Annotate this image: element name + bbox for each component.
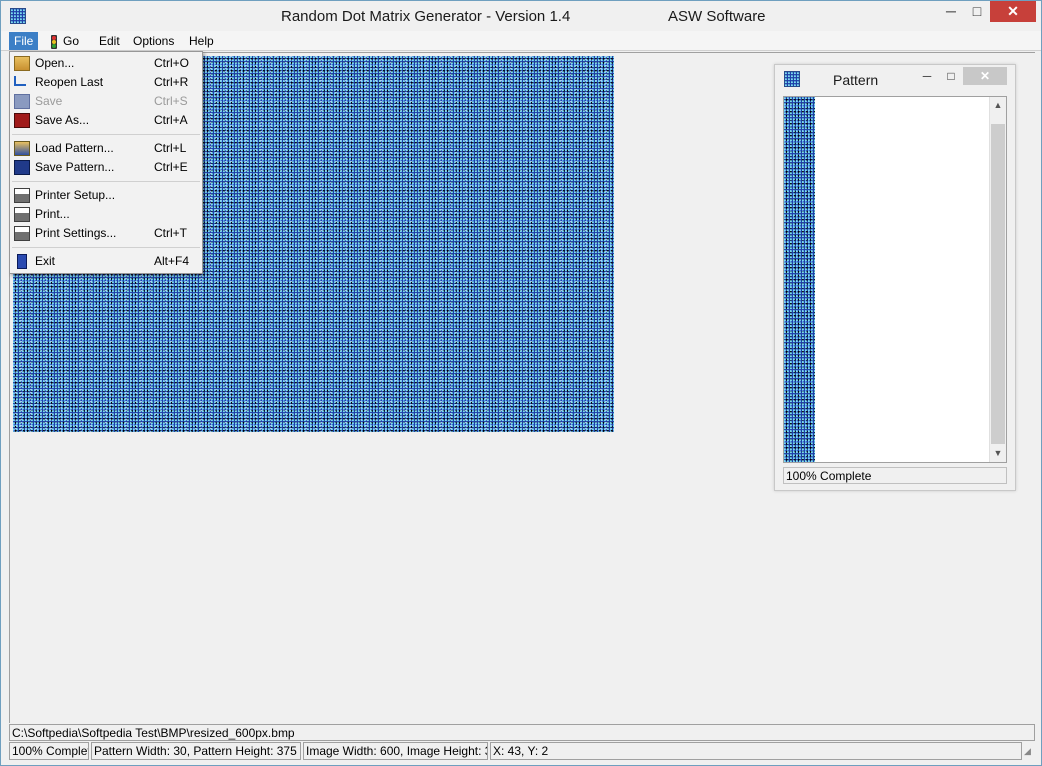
menu-item-print-settings[interactable]: Print Settings... Ctrl+T: [12, 224, 200, 243]
menu-item-label: Print...: [35, 207, 70, 221]
floppy-disk-red-icon: [14, 113, 30, 128]
minimize-button[interactable]: ─: [938, 1, 964, 22]
menu-file[interactable]: File: [9, 32, 39, 50]
menu-item-shortcut: Ctrl+A: [154, 113, 188, 127]
menu-bar: File Go Edit Options Help: [1, 31, 1041, 51]
scroll-down-arrow-icon[interactable]: ▼: [990, 445, 1006, 462]
file-path-bar: C:\Softpedia\Softpedia Test\BMP\resized_…: [9, 724, 1035, 741]
menu-item-exit[interactable]: Exit Alt+F4: [12, 252, 200, 271]
menu-separator: [12, 247, 200, 248]
menu-go-label: Go: [63, 34, 80, 48]
menu-item-shortcut: Ctrl+O: [154, 56, 190, 70]
menu-item-reopen-last[interactable]: Reopen Last Ctrl+R: [12, 73, 200, 92]
menu-separator: [12, 181, 200, 182]
menu-item-load-pattern[interactable]: Load Pattern... Ctrl+L: [12, 139, 200, 158]
menu-item-label: Exit: [35, 254, 56, 268]
menu-item-label: Save Pattern...: [35, 160, 115, 174]
pattern-status: 100% Complete: [783, 467, 1007, 484]
menu-item-save: Save Ctrl+S: [12, 92, 200, 111]
pattern-vertical-scrollbar[interactable]: ▲ ▼: [989, 97, 1006, 462]
menu-item-shortcut: Ctrl+L: [154, 141, 187, 155]
menu-item-save-as[interactable]: Save As... Ctrl+A: [12, 111, 200, 130]
status-cursor-position: X: 43, Y: 2: [490, 742, 1022, 760]
scroll-up-arrow-icon[interactable]: ▲: [990, 97, 1006, 114]
menu-item-label: Save: [35, 94, 63, 108]
close-button[interactable]: ✕: [990, 1, 1036, 22]
pattern-minimize-button[interactable]: ─: [915, 67, 939, 85]
app-icon[interactable]: [10, 8, 26, 24]
pattern-window-title: Pattern: [833, 72, 879, 88]
floppy-disk-icon: [14, 94, 30, 109]
title-bar[interactable]: Random Dot Matrix Generator - Version 1.…: [1, 1, 1041, 31]
menu-item-shortcut: Alt+F4: [154, 254, 190, 268]
window-title: Random Dot Matrix Generator - Version 1.…: [281, 8, 571, 25]
menu-item-printer-setup[interactable]: Printer Setup...: [12, 186, 200, 205]
menu-item-label: Print Settings...: [35, 226, 117, 240]
menu-item-shortcut: Ctrl+E: [154, 160, 188, 174]
main-window: Random Dot Matrix Generator - Version 1.…: [0, 0, 1042, 766]
menu-item-label: Reopen Last: [35, 75, 104, 89]
maximize-button[interactable]: □: [964, 1, 990, 22]
printer-icon: [14, 207, 30, 222]
folder-open-icon: [14, 56, 30, 71]
pattern-close-button[interactable]: ✕: [963, 67, 1007, 85]
menu-item-label: Load Pattern...: [35, 141, 114, 155]
status-image-size: Image Width: 600, Image Height: 375: [303, 742, 488, 760]
pattern-view: ▲ ▼: [783, 96, 1007, 463]
scroll-thumb[interactable]: [991, 124, 1005, 444]
menu-go[interactable]: Go: [46, 32, 84, 50]
menu-item-label: Printer Setup...: [35, 188, 116, 202]
menu-options[interactable]: Options: [128, 32, 179, 50]
pattern-window-icon[interactable]: [784, 71, 800, 87]
menu-item-shortcut: Ctrl+T: [154, 226, 187, 240]
menu-item-label: Open...: [35, 56, 75, 70]
traffic-light-icon: [51, 34, 57, 49]
menu-item-shortcut: Ctrl+R: [154, 75, 189, 89]
window-company: ASW Software: [668, 8, 766, 25]
menu-item-save-pattern[interactable]: Save Pattern... Ctrl+E: [12, 158, 200, 177]
pattern-window: Pattern ─ □ ✕ ▲ ▼ 100% Complete: [774, 64, 1016, 491]
save-pattern-icon: [14, 160, 30, 175]
pattern-strip-image: [784, 97, 815, 462]
menu-item-open[interactable]: Open... Ctrl+O: [12, 54, 200, 73]
printer-icon: [14, 226, 30, 241]
status-bar: 100% Complete Pattern Width: 30, Pattern…: [9, 742, 1035, 760]
menu-item-label: Save As...: [35, 113, 90, 127]
menu-item-print[interactable]: Print...: [12, 205, 200, 224]
menu-help[interactable]: Help: [184, 32, 219, 50]
pattern-window-title-bar[interactable]: Pattern ─ □ ✕: [775, 65, 1015, 93]
menu-edit[interactable]: Edit: [94, 32, 125, 50]
menu-item-shortcut: Ctrl+S: [154, 94, 188, 108]
status-progress: 100% Complete: [9, 742, 89, 760]
exit-door-icon: [17, 254, 27, 269]
printer-icon: [14, 188, 30, 203]
reopen-arrow-icon: [14, 76, 26, 86]
status-pattern-size: Pattern Width: 30, Pattern Height: 375: [91, 742, 301, 760]
load-pattern-icon: [14, 141, 30, 156]
pattern-maximize-button[interactable]: □: [939, 67, 963, 85]
file-menu-dropdown: Open... Ctrl+O Reopen Last Ctrl+R Save C…: [9, 51, 203, 274]
menu-separator: [12, 134, 200, 135]
resize-grip-icon[interactable]: ◢: [1024, 745, 1035, 757]
